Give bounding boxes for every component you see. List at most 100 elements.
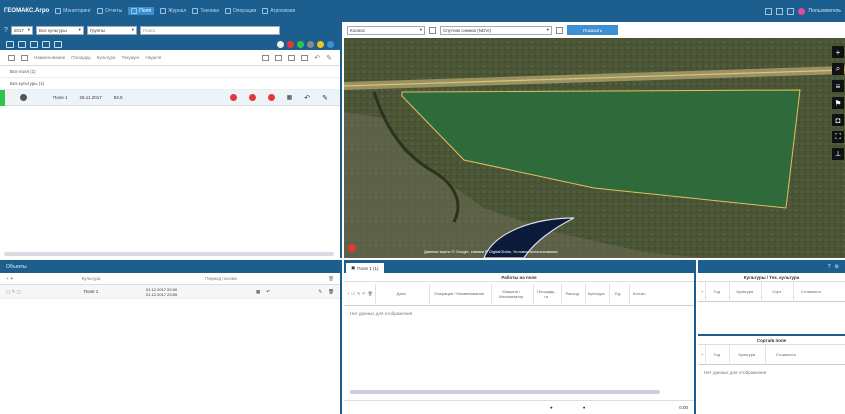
column-operation[interactable]: Операция / Наименование xyxy=(428,283,489,304)
crop-select[interactable]: Все культуры ▾ xyxy=(35,25,84,35)
import-icon[interactable] xyxy=(42,40,50,48)
column-machine[interactable]: Машина / Механизатор xyxy=(490,283,531,304)
map-marker-icon[interactable] xyxy=(348,244,356,252)
add-icon[interactable] xyxy=(6,40,14,48)
nav-item-fields[interactable]: Поля xyxy=(128,7,155,15)
column-consumption[interactable]: Расход xyxy=(560,283,583,304)
layers-icon[interactable] xyxy=(429,26,436,34)
layers-icon[interactable]: ≡ xyxy=(832,80,844,92)
map-layer-select[interactable]: Космос ▾ xyxy=(347,25,425,35)
zoom-in-icon[interactable]: + xyxy=(832,46,844,58)
settings-icon[interactable] xyxy=(764,7,772,15)
nav-item-journal[interactable]: Журнал xyxy=(160,8,186,14)
user-name[interactable]: Пользователь xyxy=(809,8,841,14)
status-red-icon[interactable] xyxy=(267,94,275,101)
row-actions-icon[interactable]: ▢ ✎ ▢ xyxy=(6,289,36,295)
add-icon[interactable]: + xyxy=(701,289,703,294)
show-button[interactable]: Показать xyxy=(567,25,619,35)
undo-icon[interactable]: ↶ xyxy=(362,291,365,296)
column-year[interactable]: Год xyxy=(705,281,727,302)
nav-item-agrochemistry[interactable]: Агрохимия xyxy=(262,8,295,14)
column-period[interactable]: Период посева xyxy=(146,276,296,281)
help-icon[interactable]: ? xyxy=(828,264,831,270)
status-dot[interactable] xyxy=(297,40,304,48)
add-icon[interactable]: + ✦ xyxy=(6,276,36,282)
status-dot[interactable] xyxy=(307,40,314,48)
user-avatar[interactable] xyxy=(797,7,805,15)
notifications-icon[interactable] xyxy=(786,7,794,15)
column-name[interactable]: Наименование xyxy=(34,55,65,60)
trash-icon[interactable]: 🗑 xyxy=(328,276,334,282)
checkbox-icon[interactable]: ☐ xyxy=(351,291,355,296)
column-area[interactable]: Площадь xyxy=(71,55,91,60)
edit-icon[interactable] xyxy=(18,40,26,48)
nav-item-operations[interactable]: Операции xyxy=(224,8,256,14)
map-view[interactable]: Космос ▾ Спутник снимок (NDVI) ▾ Показать … xyxy=(344,22,845,258)
trash-icon[interactable]: 🗑 xyxy=(328,289,334,295)
column-area[interactable]: Площадь, га xyxy=(532,283,559,304)
status-red-icon[interactable] xyxy=(248,94,256,101)
status-dot[interactable] xyxy=(287,40,294,48)
field-row[interactable]: Поле 1 26.11.2017 93.9 ▦ ↶ ✎ xyxy=(0,90,340,106)
tab-field[interactable]: ▣ Поле 1 (1) xyxy=(346,263,384,273)
calendar-icon[interactable] xyxy=(288,54,296,61)
undo-icon[interactable]: ↶ xyxy=(266,289,270,295)
status-red-icon[interactable] xyxy=(229,94,237,101)
export-icon[interactable] xyxy=(54,40,62,48)
table-icon[interactable]: ▦ xyxy=(287,94,293,101)
table-icon[interactable] xyxy=(262,54,270,61)
group-row-all[interactable]: Все поля (1) xyxy=(0,66,340,78)
fullscreen-icon[interactable]: ⛶ xyxy=(832,131,844,143)
grid-icon[interactable] xyxy=(8,54,15,61)
settings-icon[interactable]: ⚙ xyxy=(835,264,839,270)
column-crop[interactable]: Культура xyxy=(584,283,607,304)
search-icon[interactable]: ⌕ xyxy=(832,63,844,75)
status-dot[interactable] xyxy=(317,40,324,48)
status-dot[interactable] xyxy=(327,40,334,48)
column-date[interactable]: Дата xyxy=(374,283,427,304)
undo-icon[interactable]: ↶ xyxy=(314,54,320,62)
add-icon[interactable]: + xyxy=(347,291,349,296)
checkbox-icon[interactable] xyxy=(21,54,28,61)
nav-item-monitoring[interactable]: Мониторинг xyxy=(55,8,91,14)
pencil-icon[interactable]: ✎ xyxy=(326,54,332,62)
app-brand[interactable]: ГЕОМАКС.Агро xyxy=(4,8,49,14)
map-icon[interactable] xyxy=(275,54,283,61)
pencil-icon[interactable]: ✎ xyxy=(319,289,323,295)
year-select[interactable]: 2017 ▾ xyxy=(10,25,33,35)
column-crop[interactable]: Культура xyxy=(36,276,146,281)
column-current[interactable]: Текущее xyxy=(122,55,140,60)
map-attribution[interactable]: Данные карты © Google, снимки © DigitalG… xyxy=(424,249,558,254)
column-week[interactable]: Неделя xyxy=(145,55,161,60)
horizontal-scrollbar[interactable] xyxy=(4,252,334,256)
object-row[interactable]: ▢ ✎ ▢ Поле 1 01.12.2017 00:00 01.12.2017… xyxy=(0,285,340,299)
column-crop[interactable]: Культура xyxy=(97,55,116,60)
horizontal-scrollbar[interactable] xyxy=(350,390,660,394)
nav-item-machinery[interactable]: Техника xyxy=(192,8,219,14)
group-row-no-crop[interactable]: Без культуры (1) xyxy=(0,78,340,90)
trash-icon[interactable]: 🗑 xyxy=(368,291,373,296)
column-crop[interactable]: Культура xyxy=(729,281,759,302)
column-cost[interactable]: Стоимость xyxy=(765,344,805,365)
column-year[interactable]: Год xyxy=(705,344,727,365)
add-icon[interactable]: + xyxy=(701,352,703,357)
chart-icon[interactable] xyxy=(301,54,309,61)
pin-icon[interactable]: ⚑ xyxy=(832,97,844,109)
calendar-icon[interactable] xyxy=(556,26,563,34)
edit-icon[interactable]: ✎ xyxy=(357,291,360,296)
help-icon[interactable] xyxy=(775,7,783,15)
pencil-icon[interactable]: ✎ xyxy=(322,94,328,102)
column-qty[interactable]: Кол-во xyxy=(628,283,649,304)
copy-icon[interactable] xyxy=(30,40,38,48)
column-cost[interactable]: Стоимость xyxy=(793,281,827,302)
column-sort[interactable]: Сорт xyxy=(761,281,791,302)
table-icon[interactable]: ▦ xyxy=(256,289,260,295)
help-icon[interactable]: ? xyxy=(4,27,8,34)
status-dot[interactable] xyxy=(277,40,284,48)
undo-icon[interactable]: ↶ xyxy=(304,94,310,102)
map-style-select[interactable]: Спутник снимок (NDVI) ▾ xyxy=(440,25,552,35)
map-style-icon[interactable]: ◘ xyxy=(832,114,844,126)
nav-item-reports[interactable]: Отчеты xyxy=(96,8,122,14)
column-unit[interactable]: Ед. xyxy=(608,283,627,304)
column-crop[interactable]: Культура xyxy=(729,344,763,365)
